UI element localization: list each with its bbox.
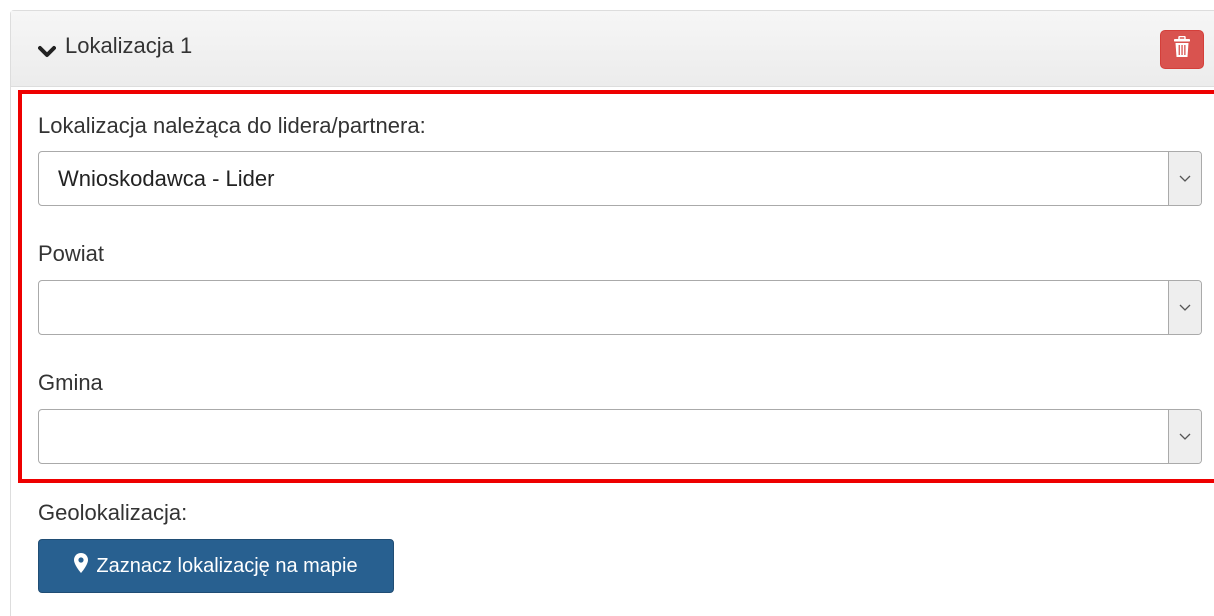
chevron-down-icon [1168, 281, 1201, 334]
gmina-select[interactable] [38, 409, 1202, 464]
panel-toggle[interactable]: Lokalizacja 1 [38, 33, 192, 59]
chevron-down-icon [38, 39, 56, 57]
partner-label: Lokalizacja należąca do lidera/partnera: [38, 113, 426, 138]
mark-on-map-button[interactable]: Zaznacz lokalizację na mapie [38, 539, 394, 593]
geolocation-label: Geolokalizacja: [38, 500, 188, 525]
panel-title: Lokalizacja 1 [65, 33, 193, 58]
panel-heading: Lokalizacja 1 [11, 11, 1214, 87]
partner-select-value: Wnioskodawca - Lider [58, 166, 275, 191]
chevron-down-icon [1168, 410, 1201, 463]
partner-select[interactable]: Wnioskodawca - Lider [38, 151, 1202, 206]
powiat-label: Powiat [38, 241, 105, 266]
gmina-label: Gmina [38, 370, 103, 395]
delete-location-button[interactable] [1160, 30, 1204, 69]
mark-on-map-label: Zaznacz lokalizację na mapie [96, 554, 358, 577]
powiat-select[interactable] [38, 280, 1202, 335]
chevron-down-icon [1168, 152, 1201, 205]
map-marker-icon [74, 553, 96, 579]
trash-icon [1173, 35, 1191, 63]
